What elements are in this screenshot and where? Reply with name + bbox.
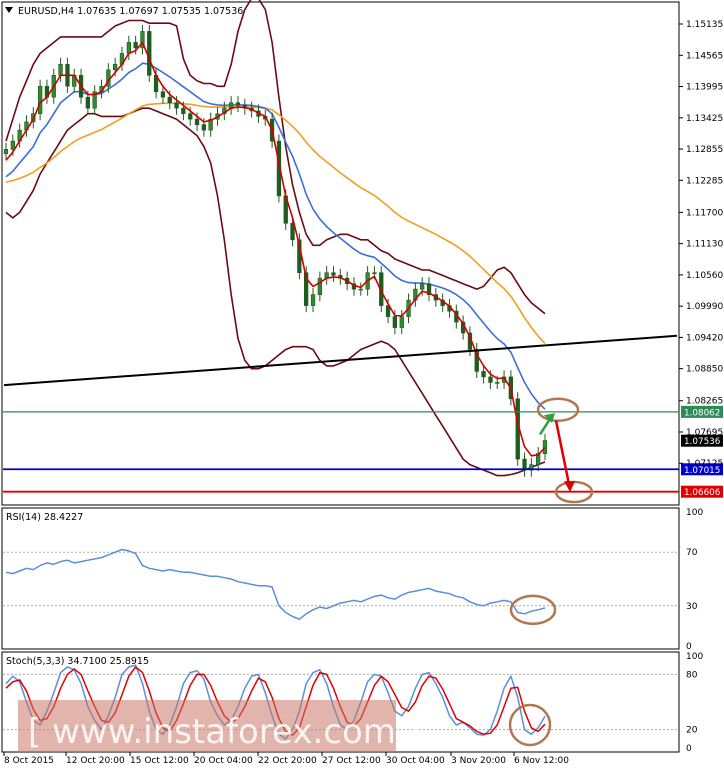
candle-body: [201, 124, 207, 131]
x-tick-label: 8 Oct 2015: [4, 756, 54, 766]
x-tick-label: 6 Nov 12:00: [514, 756, 569, 766]
support_2-tag-label: 1.06606: [684, 488, 721, 498]
price-tick-label: 1.07695: [686, 428, 723, 438]
candle-body: [331, 272, 336, 276]
chart-canvas: 1.080621.070151.066061.075361.151351.145…: [1, 0, 723, 766]
resistance-tag-label: 1.08062: [684, 408, 720, 418]
chart-corner-icon: [5, 7, 13, 13]
stoch-tick-label: 80: [686, 670, 698, 680]
axis-layer: 1.080621.070151.066061.075361.151351.145…: [3, 20, 723, 766]
price-panel-title: EURUSD,H4 1.07635 1.07697 1.07535 1.0753…: [18, 6, 243, 17]
price-panel-frame: [1, 1, 680, 506]
candle-body: [419, 283, 425, 290]
candle-body: [399, 316, 404, 328]
candle-body: [310, 294, 316, 306]
candle-body: [542, 440, 548, 454]
x-tick-label: 12 Oct 20:00: [66, 756, 125, 766]
price-tick-label: 1.08265: [686, 397, 723, 407]
candle-body: [235, 102, 241, 106]
price-tick-label: 1.14565: [686, 51, 723, 61]
price-tick-label: 1.13995: [686, 83, 723, 93]
bollinger-upper-line: [5, 0, 546, 315]
stoch-tick-label: 20: [686, 726, 698, 736]
x-tick-label: 27 Oct 12:00: [322, 756, 381, 766]
annotation-circle-upper: [536, 397, 580, 423]
price-tick-label: 1.09420: [686, 333, 723, 343]
candle-body: [194, 118, 200, 125]
candle-body: [358, 288, 363, 291]
x-tick-label: 22 Oct 20:00: [258, 756, 317, 766]
rsi-tick-label: 30: [686, 602, 698, 612]
candle-body: [113, 64, 118, 71]
candle-body: [160, 91, 166, 98]
rsi-tick-label: 70: [686, 548, 698, 558]
price-tick-label: 1.07125: [686, 459, 723, 469]
stoch-tick-label: 100: [686, 652, 703, 662]
candle-body: [188, 113, 193, 120]
candle-body: [37, 86, 43, 115]
candle-body: [181, 107, 186, 114]
rsi-annotation-circle: [509, 594, 557, 626]
price-tick-label: 1.12855: [686, 145, 723, 155]
candle-body: [481, 371, 486, 378]
price-tick-label: 1.12285: [686, 176, 723, 186]
x-tick-label: 3 Nov 20:00: [451, 756, 506, 766]
rsi-tick-label: 0: [686, 642, 692, 652]
price-tick-label: 1.13425: [686, 114, 723, 124]
x-tick-label: 15 Oct 12:00: [130, 756, 189, 766]
candle-body: [167, 96, 172, 103]
arrow-down-shaft: [554, 420, 571, 485]
ema-slow-line: [5, 102, 546, 344]
candle-body: [133, 42, 138, 49]
eurusd-chart: 1.08062 1.07015 1.06606 1.07536 1.15135 1.145…: [0, 0, 724, 768]
candle-body: [317, 277, 323, 296]
stoch-tick-label: 0: [686, 744, 692, 754]
candle-body: [126, 42, 132, 54]
price-tick-label: 1.10560: [686, 271, 723, 281]
candle-body: [147, 31, 152, 76]
price-tick-label: 1.11130: [686, 240, 723, 250]
rsi-panel-title: RSI(14) 28.4227: [6, 512, 83, 523]
candle-body: [488, 376, 493, 383]
candle-body: [58, 64, 63, 76]
candle-body: [85, 96, 91, 109]
arrow-down-head: [564, 481, 575, 493]
trendline: [3, 334, 678, 387]
rsi-tick-label: 100: [686, 508, 703, 518]
stoch-panel-title: Stoch(5,3,3) 34.7100 25.8915: [6, 656, 149, 667]
current-price-label: 1.07536: [684, 437, 721, 447]
watermark-text: [ www.instaforex.com ]: [28, 712, 420, 752]
candle-body: [495, 382, 500, 384]
candle-body: [10, 140, 16, 150]
price-tick-label: 1.09990: [686, 302, 723, 312]
rsi-panel-frame: [1, 507, 680, 650]
candle-body: [174, 102, 179, 109]
x-tick-label: 20 Oct 04:00: [194, 756, 253, 766]
rsi-line: [5, 548, 546, 620]
bollinger-lower-line: [5, 107, 546, 477]
price-tick-label: 1.11700: [686, 208, 723, 218]
price-tick-label: 1.08850: [686, 365, 723, 375]
candle-body: [3, 149, 9, 155]
rsi-layer: [3, 548, 679, 626]
candle-body: [392, 316, 398, 328]
price-layer: [3, 0, 679, 504]
candle-body: [372, 272, 377, 275]
price-tick-label: 1.15135: [686, 20, 723, 30]
x-tick-label: 30 Oct 04:00: [386, 756, 445, 766]
